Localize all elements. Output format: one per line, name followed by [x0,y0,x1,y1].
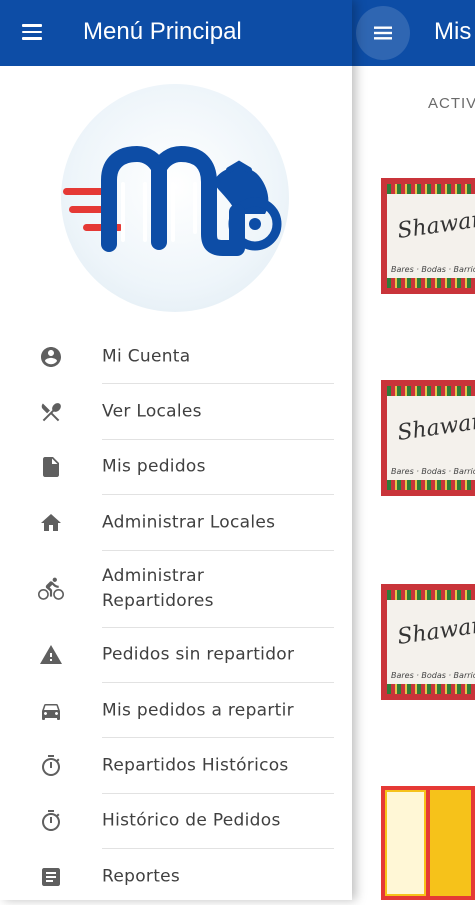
drawer-header: Menú Principal [0,0,352,66]
menu-item-label: Mi Cuenta [102,346,191,367]
menu-item-label: Administrar Locales [102,512,276,533]
hamburger-menu-icon[interactable] [20,20,44,44]
menu-item-administrar-locales[interactable]: Administrar Locales [0,495,352,551]
hamburger-menu-icon [374,26,392,40]
menu-item-reportes[interactable]: Reportes [0,849,352,904]
menu-item-label: Reportes [102,866,181,887]
menu-item-label: Pedidos sin repartidor [102,644,295,665]
menu-item-ver-locales[interactable]: Ver Locales [0,384,352,440]
app-logo [61,84,289,312]
menu-item-label: Administrar Repartidores [102,566,214,612]
restaurant-icon [38,399,64,425]
bicycle-icon [38,576,64,602]
store-logo-text: Shawarmaz [395,201,475,244]
menu-item-label: Repartidos Históricos [102,755,289,776]
menu-item-administrar-repartidores[interactable]: Administrar Repartidores [0,551,352,628]
warning-icon [38,642,64,668]
menu-item-historico-de-pedidos[interactable]: Histórico de Pedidos [0,794,352,850]
menu-item-label: Mis pedidos a repartir [102,700,294,721]
store-menu-thumbnail[interactable] [381,786,475,900]
document-icon [38,454,64,480]
store-caption: Bares · Bodas · Barrio · Sucursal [391,467,475,476]
account-circle-icon [38,344,64,370]
menu-item-label: Ver Locales [102,401,202,422]
store-logo-text: Shawarmaz [395,403,475,446]
store-logo-text: Shawarmaz [395,607,475,650]
store-thumbnail[interactable]: Shawarmaz Bares · Bodas · Barrio · Sucur… [381,380,475,496]
tab-active[interactable]: ACTIV [428,95,475,112]
menu-item-pedidos-sin-repartidor[interactable]: Pedidos sin repartidor [0,628,352,683]
menu-item-label: Histórico de Pedidos [102,810,281,831]
menu-item-repartidos-historicos[interactable]: Repartidos Históricos [0,738,352,794]
store-caption: Bares · Bodas · Barrio · Sucursal [391,671,475,680]
car-icon [38,698,64,724]
timer-icon [38,753,64,779]
timer-icon [38,808,64,834]
store-caption: Bares · Bodas · Barrio · Sucursal [391,265,475,274]
menu-item-mis-pedidos[interactable]: Mis pedidos [0,440,352,496]
store-thumbnail[interactable]: Shawarmaz Bares · Bodas · Barrio · Sucur… [381,584,475,700]
store-thumbnail[interactable]: Shawarmaz Bares · Bodas · Barrio · Sucur… [381,178,475,294]
menu-item-mi-cuenta[interactable]: Mi Cuenta [0,329,352,385]
report-icon [38,864,64,890]
home-icon [38,510,64,536]
menu-item-label: Mis pedidos [102,456,206,477]
background-menu-button[interactable] [356,6,410,60]
background-page-title: Mis [434,18,472,45]
drawer-title: Menú Principal [83,18,242,45]
navigation-drawer: Menú Principal Mi Cuenta Ver Locales Mis… [0,0,352,900]
drawer-menu-list: Mi Cuenta Ver Locales Mis pedidos Admini… [0,329,352,905]
menu-item-mis-pedidos-a-repartir[interactable]: Mis pedidos a repartir [0,683,352,739]
